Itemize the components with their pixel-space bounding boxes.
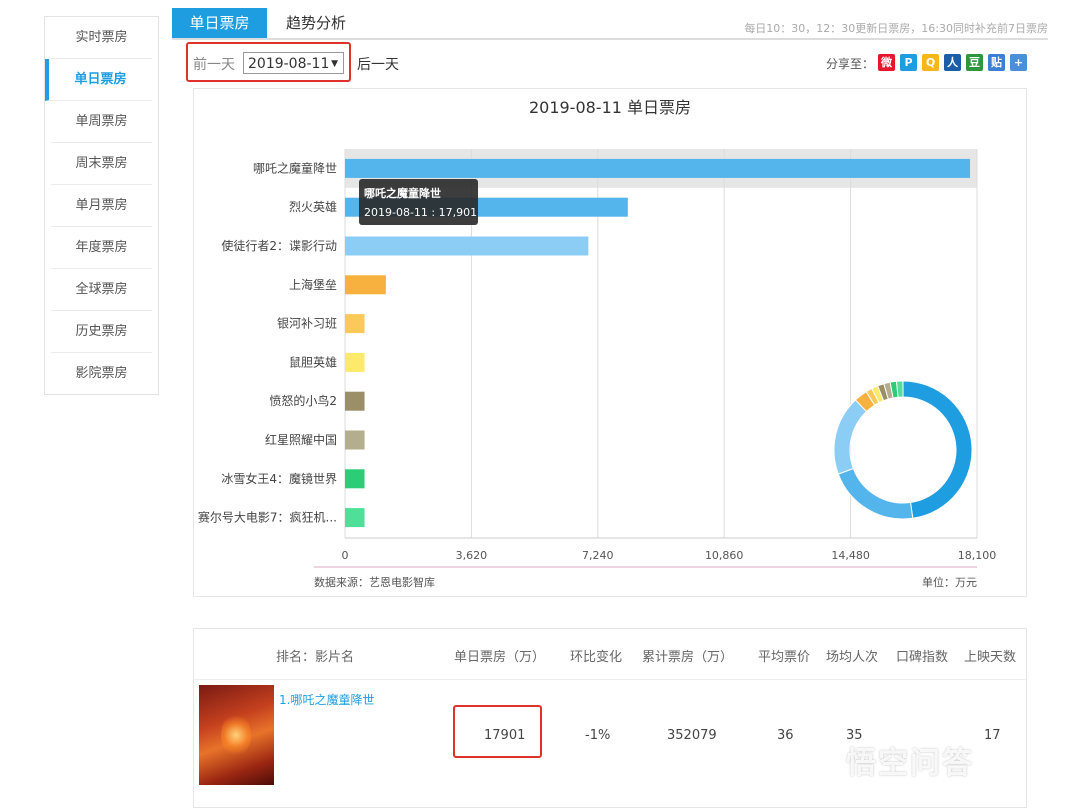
header-change[interactable]: 环比变化 — [570, 646, 622, 665]
category-label: 上海堡垒 — [289, 277, 337, 292]
cell-total: 352079 — [667, 728, 717, 743]
header-daily[interactable]: 单日票房（万） — [454, 646, 545, 665]
chevron-down-icon: ▼ — [331, 59, 338, 69]
bar — [345, 508, 365, 528]
source-label: 数据来源：艺恩电影智库 — [314, 575, 435, 589]
bar — [345, 430, 365, 450]
category-label: 鼠胆英雄 — [289, 354, 337, 369]
next-day-link[interactable]: 后一天 — [357, 54, 399, 74]
sidebar-item-monthly[interactable]: 单月票房 — [51, 185, 152, 227]
x-tick-label: 7,240 — [582, 549, 614, 562]
douban-icon[interactable]: 豆 — [966, 54, 983, 71]
unit-label: 单位：万元 — [922, 575, 977, 589]
category-label: 银河补习班 — [277, 317, 337, 331]
date-select[interactable]: 2019-08-11 ▼ — [243, 52, 344, 74]
bar — [345, 158, 971, 178]
qq-icon[interactable]: Q — [922, 54, 939, 71]
donut-slice — [895, 380, 904, 398]
sidebar-item-weekend[interactable]: 周末票房 — [51, 143, 152, 185]
header-rank-title: 排名：影片名 — [276, 650, 355, 665]
movie-poster[interactable] — [199, 685, 274, 785]
share-label: 分享至： — [826, 57, 875, 71]
sidebar-item-daily[interactable]: 单日票房 — [45, 59, 152, 101]
bar — [345, 236, 589, 256]
sidebar-item-yearly[interactable]: 年度票房 — [51, 227, 152, 269]
header-avg-price[interactable]: 平均票价 — [758, 646, 810, 665]
x-tick-label: 3,620 — [456, 549, 488, 562]
bar — [345, 314, 365, 334]
weibo-icon[interactable]: 微 — [878, 54, 895, 71]
category-label: 红星照耀中国 — [265, 432, 337, 447]
x-tick-label: 0 — [342, 549, 349, 562]
bar — [345, 352, 365, 372]
tab-bar: 单日票房 趋势分析 每日10：30，12：30更新日票房，16:30同时补充前7… — [172, 8, 1048, 40]
donut-slice — [833, 399, 868, 475]
bar — [345, 275, 386, 295]
category-label: 冰雪女王4：魔镜世界 — [221, 471, 337, 486]
tooltip-value: 2019-08-11 : 17,901 — [364, 206, 477, 219]
bar-chart: 2019-08-11 单日票房 0 3,620 7,240 10,860 14,480 18… — [198, 98, 997, 589]
qzone-icon[interactable]: P — [900, 54, 917, 71]
category-label: 赛尔号大电影7：疯狂机... — [198, 510, 337, 525]
x-tick-label: 18,100 — [958, 549, 997, 562]
header-avg-people[interactable]: 场均人次 — [826, 646, 878, 665]
header-divider — [194, 679, 1026, 680]
x-tick-label: 10,860 — [705, 549, 744, 562]
tab-trend-analysis[interactable]: 趋势分析 — [286, 8, 346, 38]
donut-slice — [902, 380, 973, 519]
renren-icon[interactable]: 人 — [944, 54, 961, 71]
sidebar-item-global[interactable]: 全球票房 — [51, 269, 152, 311]
cell-avg-price: 36 — [777, 728, 794, 743]
film-title-link[interactable]: 1.哪吒之魔童降世 — [279, 691, 374, 708]
bar — [345, 391, 365, 411]
cell-change: -1% — [585, 728, 611, 743]
tab-daily-box-office[interactable]: 单日票房 — [172, 8, 267, 38]
sidebar-item-realtime[interactable]: 实时票房 — [51, 17, 152, 59]
watermark-logo-icon — [808, 740, 842, 770]
prev-day-link[interactable]: 前一天 — [193, 54, 235, 74]
date-nav-highlight: 前一天 2019-08-11 ▼ — [186, 42, 351, 82]
watermark: 悟空问答 — [846, 746, 974, 781]
chart-title: 2019-08-11 单日票房 — [529, 98, 691, 117]
cell-daily: 17901 — [484, 728, 526, 743]
date-value: 2019-08-11 — [248, 56, 330, 72]
x-tick-label: 14,480 — [831, 549, 870, 562]
category-label: 愤怒的小鸟2 — [269, 393, 337, 408]
tooltip-title: 哪吒之魔童降世 — [364, 186, 441, 200]
cell-days: 17 — [984, 728, 1001, 743]
category-label: 烈火英雄 — [289, 199, 337, 214]
bar — [345, 469, 365, 489]
sidebar-item-weekly[interactable]: 单周票房 — [51, 101, 152, 143]
header-days[interactable]: 上映天数 — [964, 646, 1016, 665]
tieba-icon[interactable]: 贴 — [988, 54, 1005, 71]
more-icon[interactable]: + — [1010, 54, 1027, 71]
header-score[interactable]: 口碑指数 — [896, 646, 948, 665]
sidebar-item-history[interactable]: 历史票房 — [51, 311, 152, 353]
sidebar-nav: 实时票房 单日票房 单周票房 周末票房 单月票房 年度票房 全球票房 历史票房 … — [44, 16, 159, 395]
category-label: 哪吒之魔童降世 — [253, 160, 337, 175]
category-label: 使徒行者2：谍影行动 — [221, 238, 337, 253]
donut-slice — [837, 467, 914, 520]
chart-panel: 2019-08-11 单日票房 0 3,620 7,240 10,860 14,480 18… — [193, 88, 1027, 597]
header-total[interactable]: 累计票房（万） — [642, 646, 733, 665]
update-schedule-note: 每日10：30，12：30更新日票房，16:30同时补充前7日票房 — [744, 22, 1048, 35]
sidebar-item-cinema[interactable]: 影院票房 — [51, 353, 152, 394]
